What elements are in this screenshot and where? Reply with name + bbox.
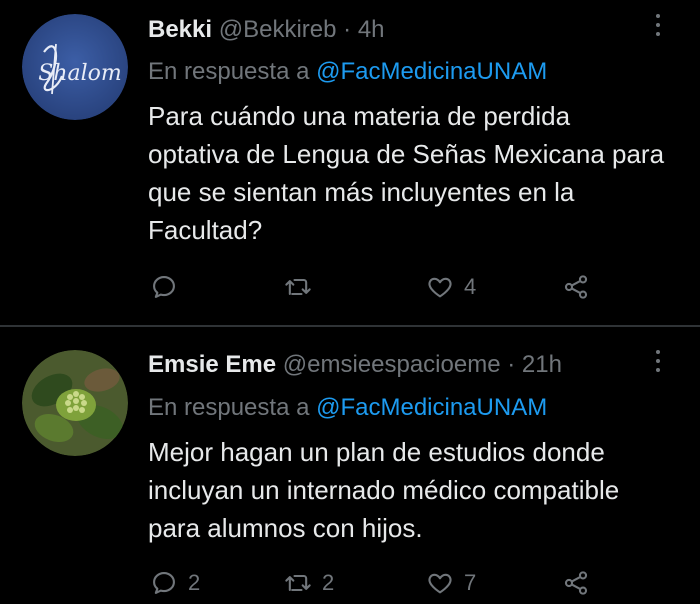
reply-context: En respuesta a @FacMedicinaUNAM xyxy=(148,58,547,86)
reply-context: En respuesta a @FacMedicinaUNAM xyxy=(148,394,547,422)
reply-icon xyxy=(153,572,175,594)
separator: · xyxy=(343,16,352,43)
reply-count: 2 xyxy=(188,570,201,595)
more-icon[interactable] xyxy=(652,350,664,377)
reply-prefix: En respuesta a xyxy=(148,394,310,421)
like-icon xyxy=(428,573,452,594)
avatar[interactable]: Shalom xyxy=(22,14,128,120)
avatar[interactable] xyxy=(22,350,128,456)
reply-button[interactable] xyxy=(150,272,188,302)
retweet-count: 2 xyxy=(322,570,335,595)
like-icon xyxy=(428,277,452,298)
user-handle[interactable]: @emsieespacioeme xyxy=(283,351,501,378)
tweet-actions: 2 2 7 xyxy=(150,568,610,598)
retweet-icon xyxy=(285,278,311,296)
share-button[interactable] xyxy=(562,568,590,598)
share-icon xyxy=(564,571,588,595)
like-button[interactable]: 7 xyxy=(426,568,476,598)
avatar-text: Shalom xyxy=(38,61,122,86)
tweet-actions: 4 xyxy=(150,272,610,302)
reply-prefix: En respuesta a xyxy=(148,58,310,85)
retweet-button[interactable]: 2 xyxy=(284,568,334,598)
more-icon[interactable] xyxy=(652,14,664,41)
reply-button[interactable]: 2 xyxy=(150,568,200,598)
separator: · xyxy=(507,351,516,378)
display-name[interactable]: Bekki xyxy=(148,16,212,43)
display-name[interactable]: Emsie Eme xyxy=(148,351,276,378)
retweet-icon xyxy=(285,574,311,592)
timestamp[interactable]: 21h xyxy=(522,351,562,378)
reply-mention-link[interactable]: @FacMedicinaUNAM xyxy=(316,394,547,421)
timestamp[interactable]: 4h xyxy=(358,16,385,43)
share-icon xyxy=(564,275,588,299)
like-button[interactable]: 4 xyxy=(426,272,476,302)
like-count: 7 xyxy=(464,570,477,595)
user-handle[interactable]: @Bekkireb xyxy=(219,16,337,43)
tweet-header: Emsie Eme @emsieespacioeme · 21h xyxy=(148,351,562,379)
tweet-text: Mejor hagan un plan de estudios donde in… xyxy=(148,437,620,543)
retweet-button[interactable] xyxy=(284,272,322,302)
reply-icon xyxy=(153,276,175,298)
share-button[interactable] xyxy=(562,272,590,302)
tweet-text: Para cuándo una materia de perdida optat… xyxy=(148,101,665,245)
reply-mention-link[interactable]: @FacMedicinaUNAM xyxy=(316,58,547,85)
tweet-header: Bekki @Bekkireb · 4h xyxy=(148,16,385,44)
like-count: 4 xyxy=(464,274,477,299)
